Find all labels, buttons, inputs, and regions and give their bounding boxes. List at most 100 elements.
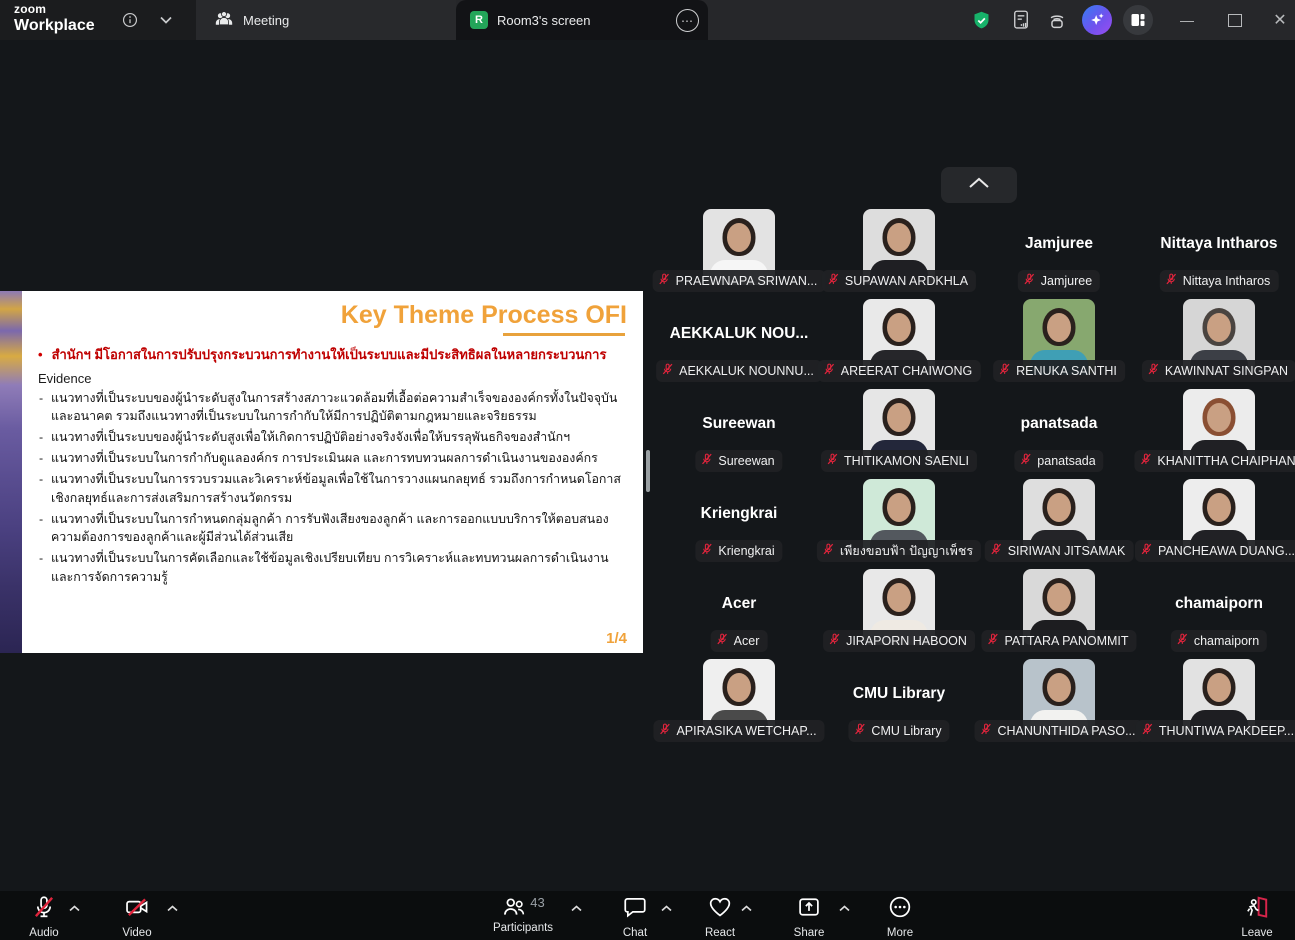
participant-tile[interactable]: Sureewan Sureewan: [659, 389, 819, 485]
participant-name-pill: CHANUNTHIDA PASO...: [975, 720, 1144, 742]
participant-name-pill: Kriengkrai: [695, 540, 782, 562]
mic-muted-icon: [1141, 722, 1154, 741]
participant-tile[interactable]: AREERAT CHAIWONG: [819, 299, 979, 395]
participant-tile[interactable]: CMU Library CMU Library: [819, 659, 979, 755]
video-label: Video: [122, 927, 151, 939]
participant-tile[interactable]: Acer Acer: [659, 569, 819, 665]
participant-tile[interactable]: panatsada panatsada: [979, 389, 1139, 485]
participants-button[interactable]: 43 Participants: [490, 894, 556, 934]
participant-tile[interactable]: CHANUNTHIDA PASO...: [979, 659, 1139, 755]
more-label: More: [887, 927, 913, 939]
participant-tile[interactable]: KHANITTHA CHAIPHAN: [1139, 389, 1295, 485]
ai-companion-icon[interactable]: [1081, 0, 1113, 40]
participant-tile[interactable]: Jamjuree Jamjuree: [979, 209, 1139, 305]
participant-display-name: CMU Library: [819, 685, 979, 703]
zoom-workplace-logo: zoom Workplace: [14, 3, 95, 34]
participant-name-pill: Jamjuree: [1018, 270, 1100, 292]
tab-options-icon[interactable]: ⋯: [676, 9, 699, 32]
participant-tile[interactable]: RENUKA SANTHI: [979, 299, 1139, 395]
captions-doc-icon[interactable]: [1008, 0, 1034, 40]
share-button[interactable]: Share: [781, 894, 837, 939]
react-options-chevron[interactable]: [736, 901, 756, 915]
tab-room3-screen[interactable]: R Room3's screen ⋯: [456, 0, 708, 40]
info-icon[interactable]: [118, 0, 142, 40]
participant-tile[interactable]: PATTARA PANOMMIT: [979, 569, 1139, 665]
participant-display-name: Nittaya Intharos: [1139, 235, 1295, 253]
participant-name-label: THITIKAMON SAENLI: [844, 454, 969, 468]
mic-muted-icon: [990, 542, 1003, 561]
participant-tile[interactable]: PANCHEAWA DUANG...: [1139, 479, 1295, 575]
participant-display-name: Acer: [659, 595, 819, 613]
meeting-toolbar: Audio Video 43 Participants: [0, 891, 1295, 940]
participants-label: Participants: [493, 922, 553, 934]
share-options-chevron[interactable]: [834, 901, 854, 915]
mic-muted-icon: [826, 452, 839, 471]
participant-tile[interactable]: JIRAPORN HABOON: [819, 569, 979, 665]
participant-tile[interactable]: SUPAWAN ARDKHLA: [819, 209, 979, 305]
close-icon[interactable]: ✕: [1263, 0, 1295, 40]
participant-tile[interactable]: AEKKALUK NOU... AEKKALUK NOUNNU...: [659, 299, 819, 395]
participants-options-chevron[interactable]: [566, 901, 586, 915]
slide-bullet-list: แนวทางที่เป็นระบบของผู้นำระดับสูงในการสร…: [38, 389, 631, 587]
mic-muted-icon: [31, 894, 57, 925]
camera-muted-icon: [124, 894, 150, 925]
participant-tile[interactable]: Nittaya Intharos Nittaya Intharos: [1139, 209, 1295, 305]
participant-name-label: KHANITTHA CHAIPHAN: [1157, 454, 1295, 468]
people-icon: [214, 10, 234, 31]
mic-muted-icon: [823, 362, 836, 381]
participant-name-pill: APIRASIKA WETCHAP...: [653, 720, 824, 742]
participant-tile[interactable]: KAWINNAT SINGPAN: [1139, 299, 1295, 395]
react-label: React: [705, 927, 735, 939]
collapse-panel-button[interactable]: [941, 167, 1017, 203]
scrollbar-thumb[interactable]: [646, 450, 650, 492]
share-label: Share: [794, 927, 825, 939]
mic-muted-icon: [828, 632, 841, 651]
more-icon: [887, 894, 913, 925]
mic-muted-icon: [1147, 362, 1160, 381]
video-button[interactable]: Video: [109, 894, 165, 939]
participant-name-label: AEKKALUK NOUNNU...: [679, 364, 814, 378]
participant-tile[interactable]: THUNTIWA PAKDEEP...: [1139, 659, 1295, 755]
leave-button[interactable]: Leave: [1229, 894, 1285, 939]
mic-muted-icon: [1165, 272, 1178, 291]
participant-tile[interactable]: chamaiporn chamaiporn: [1139, 569, 1295, 665]
participants-count: 43: [530, 895, 544, 910]
participant-name-label: chamaiporn: [1194, 634, 1259, 648]
slide-decorative-strip: [0, 291, 22, 653]
slide-evidence-label: Evidence: [38, 371, 631, 386]
slide-bullet: แนวทางที่เป็นระบบในการกำกับดูแลองค์กร กา…: [38, 449, 631, 468]
participant-tile[interactable]: SIRIWAN JITSAMAK: [979, 479, 1139, 575]
chat-button[interactable]: Chat: [607, 894, 663, 939]
more-button[interactable]: More: [872, 894, 928, 939]
participant-name-label: SIRIWAN JITSAMAK: [1008, 544, 1126, 558]
chat-label: Chat: [623, 927, 647, 939]
participant-tile[interactable]: PRAEWNAPA SRIWAN...: [659, 209, 819, 305]
chat-options-chevron[interactable]: [656, 901, 676, 915]
mic-muted-icon: [986, 632, 999, 651]
participant-name-pill: AEKKALUK NOUNNU...: [656, 360, 822, 382]
video-options-chevron[interactable]: [162, 901, 182, 915]
shield-check-icon[interactable]: [968, 0, 994, 40]
cast-icon[interactable]: [1044, 0, 1070, 40]
mic-muted-icon: [661, 362, 674, 381]
participant-tile[interactable]: เพียงขอบฟ้า ปัญญาเพ็ชร: [819, 479, 979, 575]
maximize-icon[interactable]: [1218, 0, 1252, 40]
tab-meeting[interactable]: Meeting: [196, 0, 456, 40]
logo-line2: Workplace: [14, 18, 95, 34]
mic-muted-icon: [700, 542, 713, 561]
audio-options-chevron[interactable]: [64, 901, 84, 915]
participant-name-label: PRAEWNAPA SRIWAN...: [676, 274, 818, 288]
slide-bullet: แนวทางที่เป็นระบบของผู้นำระดับสูงเพื่อให…: [38, 428, 631, 447]
minimize-icon[interactable]: —: [1170, 0, 1204, 40]
participant-name-pill: เพียงขอบฟ้า ปัญญาเพ็ชร: [817, 540, 981, 562]
bullet-dot: •: [38, 346, 43, 364]
participant-tile[interactable]: THITIKAMON SAENLI: [819, 389, 979, 485]
participant-display-name: AEKKALUK NOU...: [659, 325, 819, 343]
layout-view-icon[interactable]: [1122, 0, 1154, 40]
participant-name-label: PANCHEAWA DUANG...: [1158, 544, 1295, 558]
participant-tile[interactable]: APIRASIKA WETCHAP...: [659, 659, 819, 755]
chevron-down-icon[interactable]: [155, 0, 177, 40]
participant-tile[interactable]: Kriengkrai Kriengkrai: [659, 479, 819, 575]
participant-name-pill: RENUKA SANTHI: [993, 360, 1125, 382]
participant-name-pill: CMU Library: [848, 720, 949, 742]
